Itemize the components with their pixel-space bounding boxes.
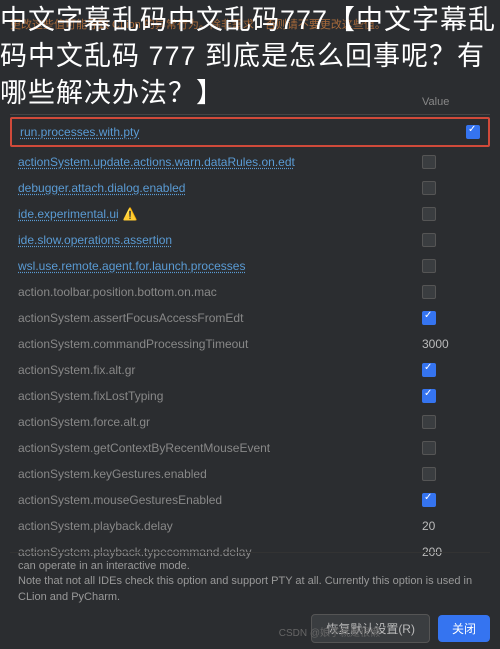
row-value[interactable] — [422, 311, 482, 325]
row-name: actionSystem.fix.alt.gr — [18, 363, 422, 377]
checkbox-checked-icon[interactable] — [422, 389, 436, 403]
row-value[interactable] — [422, 493, 482, 507]
row-value[interactable]: 3000 — [422, 337, 482, 351]
row-name: wsl.use.remote.agent.for.launch.processe… — [18, 259, 422, 273]
row-value[interactable] — [422, 363, 482, 377]
table-row[interactable]: actionSystem.force.alt.gr — [10, 409, 490, 435]
checkbox-unchecked-icon[interactable] — [422, 207, 436, 221]
row-name: action.toolbar.position.bottom.on.mac — [18, 285, 422, 299]
row-value[interactable] — [422, 415, 482, 429]
highlighted-row-name: run.processes.with.pty — [20, 125, 466, 139]
table-row[interactable]: wsl.use.remote.agent.for.launch.processe… — [10, 253, 490, 279]
checkbox-checked-icon[interactable] — [422, 363, 436, 377]
row-value[interactable] — [422, 285, 482, 299]
value-text: 20 — [422, 519, 435, 533]
checkbox-unchecked-icon[interactable] — [422, 441, 436, 455]
row-name: ide.slow.operations.assertion — [18, 233, 422, 247]
table-row[interactable]: actionSystem.commandProcessingTimeout300… — [10, 331, 490, 357]
row-name: debugger.attach.dialog.enabled — [18, 181, 422, 195]
row-name: actionSystem.force.alt.gr — [18, 415, 422, 429]
row-value[interactable] — [422, 467, 482, 481]
row-name: actionSystem.getContextByRecentMouseEven… — [18, 441, 422, 455]
table-row[interactable]: ide.slow.operations.assertion — [10, 227, 490, 253]
table-row[interactable]: actionSystem.keyGestures.enabled — [10, 461, 490, 487]
row-name: actionSystem.assertFocusAccessFromEdt — [18, 311, 422, 325]
row-name: actionSystem.keyGestures.enabled — [18, 467, 422, 481]
checkbox-unchecked-icon[interactable] — [422, 233, 436, 247]
row-value[interactable] — [422, 233, 482, 247]
checkbox-unchecked-icon[interactable] — [422, 181, 436, 195]
table-row[interactable]: debugger.attach.dialog.enabled — [10, 175, 490, 201]
row-value[interactable] — [422, 441, 482, 455]
table-row[interactable]: ide.experimental.ui⚠️ — [10, 201, 490, 227]
checkbox-unchecked-icon[interactable] — [422, 285, 436, 299]
table-row[interactable]: actionSystem.update.actions.warn.dataRul… — [10, 149, 490, 175]
row-name: actionSystem.mouseGesturesEnabled — [18, 493, 422, 507]
checkbox-checked-icon[interactable] — [466, 125, 480, 139]
table-row[interactable]: actionSystem.playback.delay20 — [10, 513, 490, 539]
option-description: can operate in an interactive mode. Note… — [10, 552, 490, 611]
checkbox-unchecked-icon[interactable] — [422, 155, 436, 169]
checkbox-checked-icon[interactable] — [422, 311, 436, 325]
row-value[interactable]: 20 — [422, 519, 482, 533]
row-name: actionSystem.update.actions.warn.dataRul… — [18, 155, 422, 169]
value-text: 3000 — [422, 337, 449, 351]
csdn-watermark: CSDN @娘子就是很懒 — [279, 624, 380, 639]
table-row[interactable]: actionSystem.fixLostTyping — [10, 383, 490, 409]
row-name: actionSystem.playback.delay — [18, 519, 422, 533]
row-value[interactable] — [422, 259, 482, 273]
row-value[interactable] — [422, 389, 482, 403]
table-row[interactable]: actionSystem.getContextByRecentMouseEven… — [10, 435, 490, 461]
row-value[interactable] — [422, 207, 482, 221]
table-row[interactable]: actionSystem.assertFocusAccessFromEdt — [10, 305, 490, 331]
registry-table: Value run.processes.with.pty actionSyste… — [0, 90, 500, 589]
article-title-overlay: 中文字幕乱码中文乱码777【中文字幕乱码中文乱码 777 到底是怎么回事呢？有哪… — [0, 0, 500, 113]
checkbox-unchecked-icon[interactable] — [422, 259, 436, 273]
description-line-2: Note that not all IDEs check this option… — [18, 574, 482, 605]
row-name: ide.experimental.ui⚠️ — [18, 207, 422, 221]
checkbox-unchecked-icon[interactable] — [422, 415, 436, 429]
checkbox-checked-icon[interactable] — [422, 493, 436, 507]
warning-icon: ⚠️ — [123, 207, 138, 221]
highlighted-row-value[interactable] — [466, 125, 480, 139]
row-value[interactable] — [422, 155, 482, 169]
highlighted-row[interactable]: run.processes.with.pty — [10, 117, 490, 147]
row-name: actionSystem.commandProcessingTimeout — [18, 337, 422, 351]
row-name: actionSystem.fixLostTyping — [18, 389, 422, 403]
table-row[interactable]: actionSystem.mouseGesturesEnabled — [10, 487, 490, 513]
table-row[interactable]: actionSystem.fix.alt.gr — [10, 357, 490, 383]
table-row[interactable]: action.toolbar.position.bottom.on.mac — [10, 279, 490, 305]
row-value[interactable] — [422, 181, 482, 195]
checkbox-unchecked-icon[interactable] — [422, 467, 436, 481]
description-line-1: can operate in an interactive mode. — [18, 559, 482, 574]
close-button[interactable]: 关闭 — [438, 615, 490, 642]
